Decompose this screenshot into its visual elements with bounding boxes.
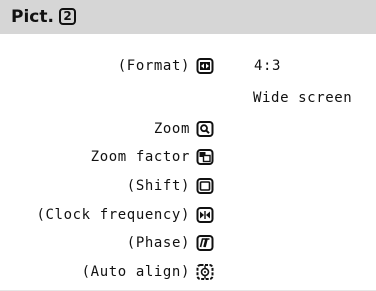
clock-frequency-icon[interactable] bbox=[196, 206, 214, 224]
zoom-icon[interactable] bbox=[196, 120, 214, 138]
auto-align-icon[interactable] bbox=[196, 263, 214, 281]
phase-label: (Phase) bbox=[126, 235, 190, 251]
menu-body: (Format) 4:3 Wide screen Zoom Zoom facto… bbox=[0, 34, 376, 291]
clock-frequency-label: (Clock frequency) bbox=[36, 207, 190, 223]
auto-align-label: (Auto align) bbox=[81, 264, 190, 280]
menu-number-badge: 2 bbox=[59, 8, 76, 25]
menu-title: Pict. bbox=[11, 7, 54, 27]
format-value-wide-screen[interactable]: Wide screen bbox=[253, 89, 352, 107]
format-icon[interactable] bbox=[196, 57, 214, 75]
shift-icon[interactable] bbox=[196, 177, 214, 195]
menu-header: Pict. 2 bbox=[0, 0, 376, 34]
format-label: (Format) bbox=[117, 58, 190, 74]
zoom-label: Zoom bbox=[153, 121, 190, 137]
shift-label: (Shift) bbox=[126, 178, 190, 194]
phase-icon[interactable] bbox=[196, 234, 214, 252]
zoom-factor-icon[interactable] bbox=[196, 148, 214, 166]
picture-menu-panel: Pict. 2 (Format) 4:3 Wide screen Zoom Zo bbox=[0, 0, 376, 291]
zoom-factor-label: Zoom factor bbox=[90, 149, 190, 165]
format-value-4-3[interactable]: 4:3 bbox=[254, 57, 281, 75]
